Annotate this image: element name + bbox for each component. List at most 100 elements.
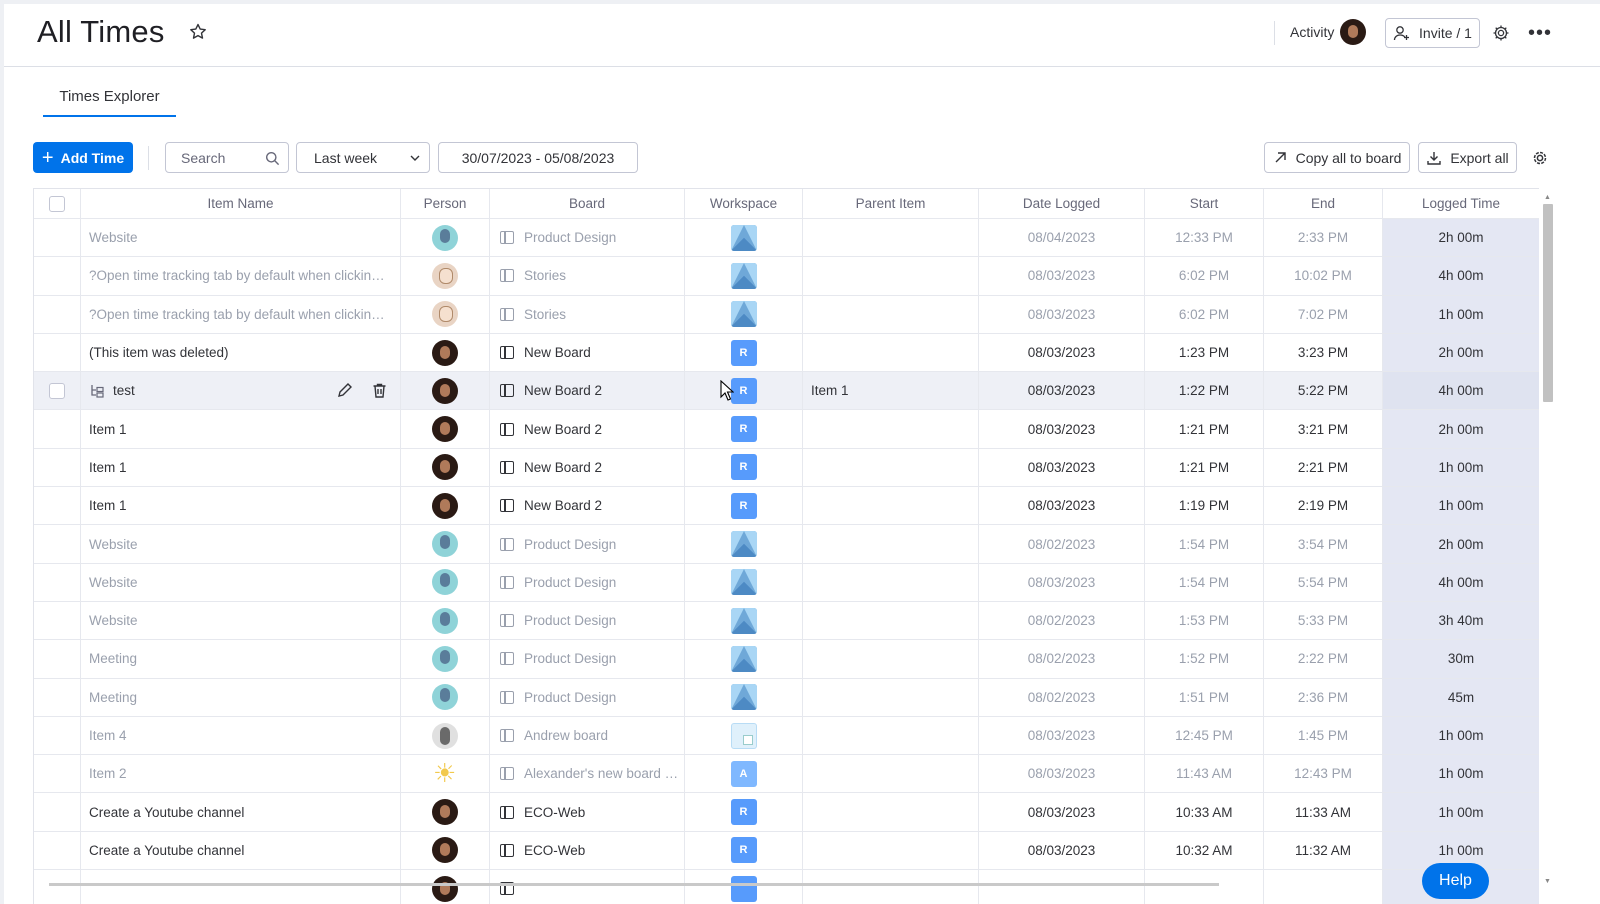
end-cell[interactable]: 5:22 PM [1264,372,1383,410]
person-cell[interactable] [401,716,490,755]
item-name-cell[interactable]: Website [81,601,401,640]
parent-item-cell[interactable] [803,601,979,640]
date-logged-cell[interactable]: 08/04/2023 [979,219,1145,257]
table-row[interactable]: Item 4 Andrew board 08/03/2023 12:45 PM … [34,716,1539,756]
column-header-person[interactable]: Person [401,189,490,218]
start-cell[interactable]: 1:53 PM [1145,601,1264,640]
person-cell[interactable] [401,563,490,601]
parent-item-cell[interactable]: Item 1 [803,372,979,410]
date-range-picker[interactable]: 30/07/2023 - 05/08/2023 [438,142,638,173]
workspace-cell[interactable] [685,678,803,716]
end-cell[interactable]: 2:33 PM [1264,219,1383,257]
select-all-checkbox[interactable] [49,195,65,212]
board-cell[interactable]: Product Design [490,601,685,640]
column-header-workspace[interactable]: Workspace [685,189,803,218]
item-name[interactable]: ?Open time tracking tab by default when … [89,268,389,283]
item-name[interactable]: Meeting [89,651,137,666]
copy-all-to-board-button[interactable]: Copy all to board [1264,142,1410,173]
logged-time-cell[interactable]: 1h 00m [1383,295,1539,333]
scroll-down-arrow-icon[interactable]: ▼ [1544,878,1551,885]
item-name[interactable]: Website [89,537,138,552]
end-cell[interactable] [1264,870,1383,904]
vertical-scrollbar[interactable]: ▲ ▼ [1541,194,1553,894]
row-checkbox[interactable] [49,382,65,399]
item-name-cell[interactable]: Item 1 [81,410,401,448]
person-cell[interactable] [401,831,490,870]
item-name[interactable]: (This item was deleted) [89,345,229,360]
item-name-cell[interactable]: Item 4 [81,716,401,755]
column-header-parent-item[interactable]: Parent Item [803,189,979,218]
parent-item-cell[interactable] [803,678,979,716]
item-name-cell[interactable]: Website [81,219,401,257]
person-cell[interactable] [401,870,490,904]
date-logged-cell[interactable] [979,870,1145,904]
logged-time-cell[interactable]: 4h 00m [1383,257,1539,295]
workspace-cell[interactable]: R [685,831,803,870]
logged-time-cell[interactable]: 2h 00m [1383,333,1539,372]
board-cell[interactable]: Product Design [490,640,685,678]
item-name-cell[interactable]: ?Open time tracking tab by default when … [81,257,401,295]
date-logged-cell[interactable]: 08/03/2023 [979,448,1145,487]
export-all-button[interactable]: Export all [1418,142,1517,173]
end-cell[interactable]: 2:19 PM [1264,487,1383,525]
item-name[interactable]: Item 4 [89,728,127,743]
start-cell[interactable]: 1:54 PM [1145,525,1264,563]
start-cell[interactable]: 1:19 PM [1145,487,1264,525]
table-row[interactable]: ?Open time tracking tab by default when … [34,257,1539,296]
add-time-button[interactable]: + Add Time [33,142,133,173]
workspace-cell[interactable] [685,870,803,904]
logged-time-cell[interactable]: 1h 00m [1383,716,1539,755]
parent-item-cell[interactable] [803,487,979,525]
help-button[interactable]: Help [1422,863,1489,899]
end-cell[interactable]: 12:43 PM [1264,755,1383,793]
date-logged-cell[interactable]: 08/03/2023 [979,716,1145,755]
board-cell[interactable]: Stories [490,257,685,295]
table-row[interactable]: Create a Youtube channel ECO-Web R 08/03… [34,831,1539,871]
workspace-cell[interactable] [685,219,803,257]
end-cell[interactable]: 3:21 PM [1264,410,1383,448]
item-name-cell[interactable]: Item 1 [81,448,401,487]
board-cell[interactable]: New Board 2 [490,448,685,487]
tab-times-explorer[interactable]: Times Explorer [43,77,176,117]
start-cell[interactable]: 6:02 PM [1145,295,1264,333]
table-row[interactable]: Item 1 New Board 2 R 08/03/2023 1:21 PM … [34,410,1539,449]
start-cell[interactable]: 6:02 PM [1145,257,1264,295]
item-name[interactable]: Item 1 [89,422,127,437]
item-name[interactable]: ?Open time tracking tab by default when … [89,307,389,322]
workspace-cell[interactable] [685,525,803,563]
scroll-thumb[interactable] [1543,204,1553,402]
item-name-cell[interactable]: Item 1 [81,487,401,525]
date-logged-cell[interactable]: 08/03/2023 [979,487,1145,525]
item-name[interactable]: Website [89,230,138,245]
board-cell[interactable]: New Board 2 [490,487,685,525]
person-cell[interactable] [401,333,490,372]
person-cell[interactable] [401,525,490,563]
column-header-board[interactable]: Board [490,189,685,218]
end-cell[interactable]: 3:23 PM [1264,333,1383,372]
board-cell[interactable]: Product Design [490,525,685,563]
table-row[interactable]: (This item was deleted) New Board R 08/0… [34,333,1539,373]
start-cell[interactable]: 12:33 PM [1145,219,1264,257]
board-cell[interactable]: Product Design [490,219,685,257]
start-cell[interactable]: 10:33 AM [1145,793,1264,831]
logged-time-cell[interactable]: 2h 00m [1383,525,1539,563]
end-cell[interactable]: 5:33 PM [1264,601,1383,640]
column-header-end[interactable]: End [1264,189,1383,218]
workspace-cell[interactable]: R [685,333,803,372]
column-header-logged-time[interactable]: Logged Time [1383,189,1539,218]
parent-item-cell[interactable] [803,295,979,333]
item-name[interactable]: Create a Youtube channel [89,805,244,820]
table-row[interactable]: Website Product Design 08/03/2023 1:54 P… [34,563,1539,602]
table-row[interactable]: ?Open time tracking tab by default when … [34,295,1539,334]
column-header-item-name[interactable]: Item Name [81,189,401,218]
person-cell[interactable] [401,410,490,448]
date-logged-cell[interactable]: 08/03/2023 [979,333,1145,372]
end-cell[interactable]: 2:36 PM [1264,678,1383,716]
logged-time-cell[interactable]: 4h 00m [1383,563,1539,601]
date-logged-cell[interactable]: 08/02/2023 [979,601,1145,640]
item-name[interactable]: Item 2 [89,766,127,781]
workspace-cell[interactable] [685,563,803,601]
person-cell[interactable] [401,219,490,257]
logged-time-cell[interactable]: 2h 00m [1383,219,1539,257]
start-cell[interactable]: 12:45 PM [1145,716,1264,755]
